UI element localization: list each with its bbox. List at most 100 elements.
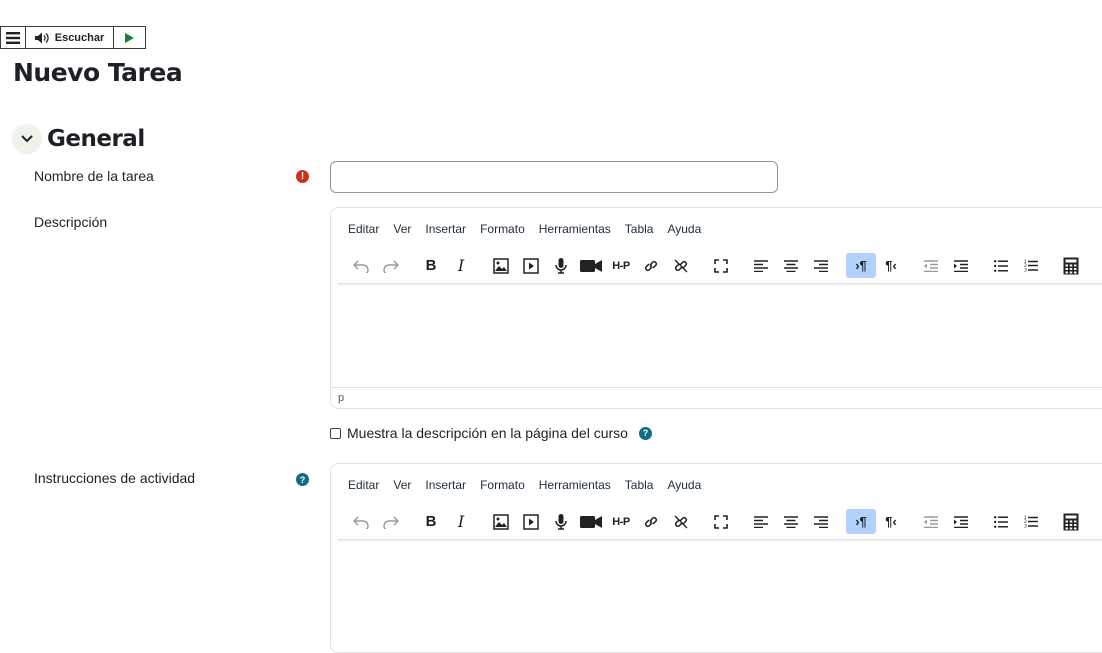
show-description-label[interactable]: Muestra la descripción en la página del … <box>347 425 628 441</box>
fullscreen-icon <box>714 514 728 529</box>
unlink-icon <box>673 514 689 530</box>
editor-menubar: Editar Ver Insertar Formato Herramientas… <box>331 208 1102 248</box>
bold-button[interactable]: B <box>416 509 446 534</box>
redo-icon <box>383 259 399 273</box>
readspeaker-menu-button[interactable] <box>1 27 26 48</box>
play-button[interactable] <box>114 27 145 48</box>
numbered-list-button[interactable]: 123 <box>1016 509 1046 534</box>
indent-button[interactable] <box>946 509 976 534</box>
fullscreen-button[interactable] <box>706 509 736 534</box>
align-right-button[interactable] <box>806 253 836 278</box>
redo-button[interactable] <box>376 509 406 534</box>
unlink-button[interactable] <box>666 253 696 278</box>
listen-button[interactable]: Escuchar <box>26 27 114 48</box>
menu-tools[interactable]: Herramientas <box>532 478 618 492</box>
editor-toolbar: B I H-P ›¶ ¶‹ 123 <box>337 248 1102 284</box>
bullet-list-icon <box>994 259 1008 272</box>
undo-button[interactable] <box>346 253 376 278</box>
h5p-icon: H-P <box>612 515 630 528</box>
task-name-input[interactable] <box>330 161 778 193</box>
equation-editor-button[interactable] <box>1056 253 1086 278</box>
italic-button[interactable]: I <box>446 253 476 278</box>
italic-button[interactable]: I <box>446 509 476 534</box>
ltr-icon: ›¶ <box>855 258 867 273</box>
italic-icon: I <box>457 512 465 531</box>
bold-icon: B <box>425 257 437 274</box>
link-icon <box>643 258 659 274</box>
italic-icon: I <box>457 256 465 275</box>
rtl-button[interactable]: ¶‹ <box>876 509 906 534</box>
rtl-button[interactable]: ¶‹ <box>876 253 906 278</box>
play-icon <box>125 32 134 43</box>
bullet-list-icon <box>994 515 1008 528</box>
align-right-button[interactable] <box>806 509 836 534</box>
record-video-button[interactable] <box>576 509 606 534</box>
undo-button[interactable] <box>346 509 376 534</box>
align-center-button[interactable] <box>776 509 806 534</box>
bold-button[interactable]: B <box>416 253 446 278</box>
align-right-icon <box>814 259 828 272</box>
ltr-button[interactable]: ›¶ <box>846 509 876 534</box>
undo-icon <box>353 515 369 529</box>
editor-toolbar: B I H-P ›¶ ¶‹ 123 <box>337 504 1102 540</box>
menu-edit[interactable]: Editar <box>341 478 386 492</box>
menu-tools[interactable]: Herramientas <box>532 222 618 236</box>
ltr-button[interactable]: ›¶ <box>846 253 876 278</box>
align-left-button[interactable] <box>746 253 776 278</box>
svg-text:3: 3 <box>1024 524 1027 529</box>
image-icon <box>493 257 509 274</box>
menu-table[interactable]: Tabla <box>618 478 661 492</box>
h5p-button[interactable]: H-P <box>606 509 636 534</box>
align-left-button[interactable] <box>746 509 776 534</box>
video-camera-icon <box>580 259 602 273</box>
bold-icon: B <box>425 513 437 530</box>
microphone-icon <box>555 513 567 530</box>
numbered-list-button[interactable]: 123 <box>1016 253 1046 278</box>
record-audio-button[interactable] <box>546 509 576 534</box>
page-title: Nuevo Tarea <box>13 58 183 87</box>
link-button[interactable] <box>636 509 666 534</box>
align-left-icon <box>754 259 768 272</box>
menu-edit[interactable]: Editar <box>341 222 386 236</box>
link-icon <box>643 514 659 530</box>
h5p-button[interactable]: H-P <box>606 253 636 278</box>
help-icon[interactable]: ? <box>296 473 309 486</box>
description-edit-area[interactable] <box>331 284 1102 387</box>
image-button[interactable] <box>486 509 516 534</box>
instructions-edit-area[interactable] <box>331 540 1102 643</box>
align-center-button[interactable] <box>776 253 806 278</box>
microphone-icon <box>555 257 567 274</box>
equation-editor-button[interactable] <box>1056 509 1086 534</box>
menu-insert[interactable]: Insertar <box>418 478 473 492</box>
menu-format[interactable]: Formato <box>473 222 532 236</box>
svg-text:3: 3 <box>1024 268 1027 273</box>
indent-button[interactable] <box>946 253 976 278</box>
link-button[interactable] <box>636 253 666 278</box>
menu-help[interactable]: Ayuda <box>660 478 708 492</box>
section-collapse-toggle[interactable] <box>12 124 42 154</box>
help-icon[interactable]: ? <box>638 426 652 440</box>
image-button[interactable] <box>486 253 516 278</box>
outdent-button[interactable] <box>916 253 946 278</box>
menu-insert[interactable]: Insertar <box>418 222 473 236</box>
menu-help[interactable]: Ayuda <box>660 222 708 236</box>
element-path[interactable]: p <box>338 392 344 404</box>
menu-view[interactable]: Ver <box>386 478 418 492</box>
menu-format[interactable]: Formato <box>473 478 532 492</box>
align-right-icon <box>814 515 828 528</box>
bullet-list-button[interactable] <box>986 253 1016 278</box>
indent-icon <box>954 259 968 272</box>
show-description-checkbox[interactable] <box>330 427 341 439</box>
media-button[interactable] <box>516 253 546 278</box>
menu-table[interactable]: Tabla <box>618 222 661 236</box>
menu-view[interactable]: Ver <box>386 222 418 236</box>
numbered-list-icon: 123 <box>1024 515 1038 528</box>
bullet-list-button[interactable] <box>986 509 1016 534</box>
record-audio-button[interactable] <box>546 253 576 278</box>
redo-button[interactable] <box>376 253 406 278</box>
unlink-button[interactable] <box>666 509 696 534</box>
media-button[interactable] <box>516 509 546 534</box>
record-video-button[interactable] <box>576 253 606 278</box>
outdent-button[interactable] <box>916 509 946 534</box>
fullscreen-button[interactable] <box>706 253 736 278</box>
